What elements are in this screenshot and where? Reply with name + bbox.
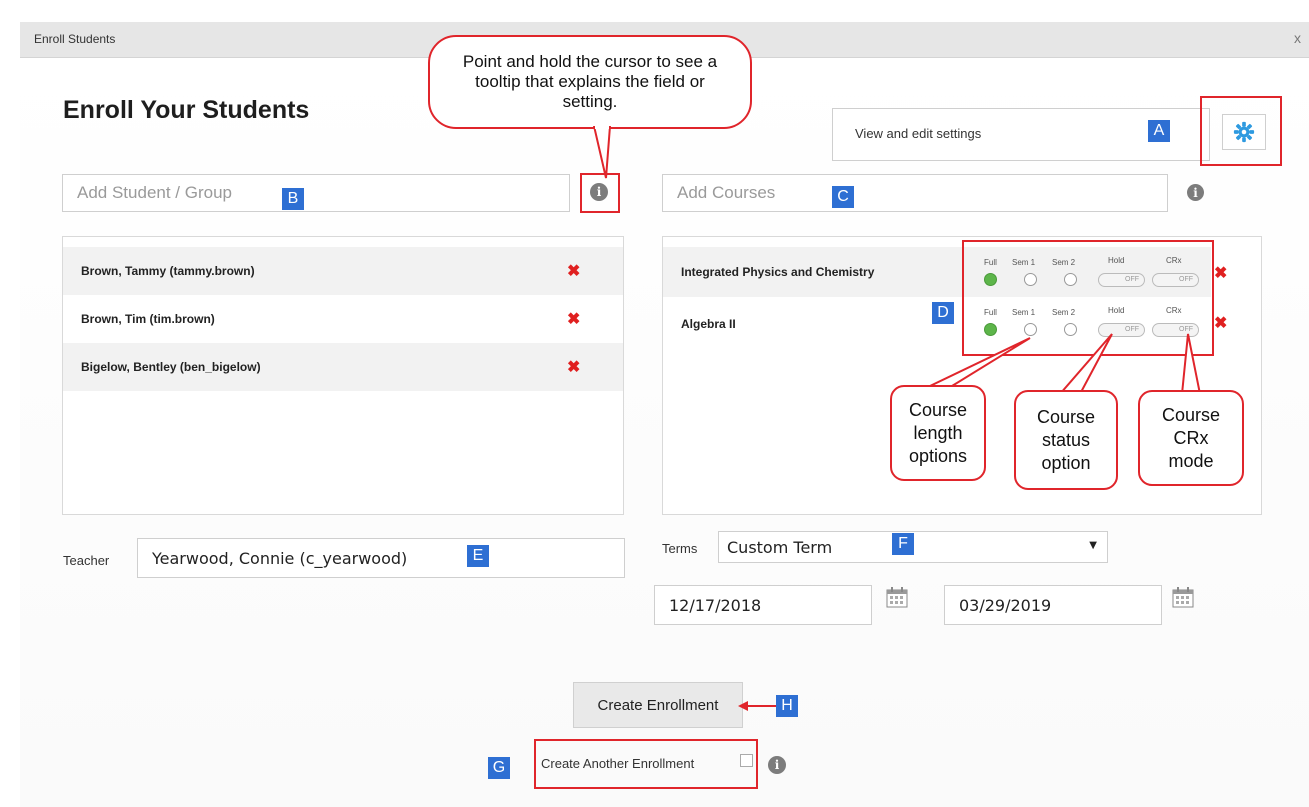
start-date-field[interactable]: 12/17/2018 — [654, 585, 872, 625]
teacher-value: Yearwood, Connie (c_yearwood) — [152, 548, 408, 568]
full-label: Full — [984, 258, 997, 267]
sem1-label: Sem 1 — [1012, 258, 1036, 267]
gear-icon — [1233, 121, 1255, 143]
settings-button[interactable] — [1222, 114, 1266, 150]
hold-toggle[interactable]: OFF — [1098, 273, 1145, 287]
full-label: Full — [984, 308, 997, 317]
crx-label: CRx — [1166, 256, 1182, 265]
arrow-icon — [738, 701, 778, 711]
tooltip-callout-text: Point and hold the cursor to see a toolt… — [462, 52, 718, 111]
remove-icon[interactable]: ✖ — [567, 309, 580, 329]
sem2-label: Sem 2 — [1052, 308, 1076, 317]
crx-toggle[interactable]: OFF — [1152, 273, 1199, 287]
badge-h: H — [776, 695, 798, 717]
hold-label: Hold — [1108, 306, 1125, 315]
hold-label: Hold — [1108, 256, 1125, 265]
course-name: Algebra II — [681, 317, 736, 331]
sem2-label: Sem 2 — [1052, 258, 1076, 267]
page-title: Enroll Your Students — [63, 96, 310, 124]
badge-b: B — [282, 188, 304, 210]
list-item: Brown, Tammy (tammy.brown) ✖ — [63, 247, 623, 295]
course-options-row-1: Full Sem 1 Sem 2 Hold CRx OFF OFF — [962, 240, 1214, 300]
badge-g: G — [488, 757, 510, 779]
students-list: Brown, Tammy (tammy.brown) ✖ Brown, Tim … — [62, 236, 624, 515]
course-name: Integrated Physics and Chemistry — [681, 265, 875, 279]
close-icon[interactable]: x — [1294, 30, 1301, 46]
courses-info-icon[interactable]: i — [1187, 184, 1204, 201]
course-crx-callout: Course CRx mode — [1138, 390, 1244, 486]
student-name: Bigelow, Bentley (ben_bigelow) — [81, 360, 261, 374]
create-another-checkbox[interactable] — [740, 754, 753, 767]
end-date-field[interactable]: 03/29/2019 — [944, 585, 1162, 625]
create-enrollment-label: Create Enrollment — [597, 696, 719, 714]
list-item: Brown, Tim (tim.brown) ✖ — [63, 295, 623, 343]
remove-icon[interactable]: ✖ — [567, 357, 580, 377]
remove-icon[interactable]: ✖ — [1214, 263, 1227, 283]
student-name: Brown, Tim (tim.brown) — [81, 312, 215, 326]
info-icon[interactable]: i — [768, 756, 786, 774]
crx-label: CRx — [1166, 306, 1182, 315]
sem1-label: Sem 1 — [1012, 308, 1036, 317]
terms-label: Terms — [662, 541, 698, 556]
terms-selected: Custom Term — [727, 537, 833, 557]
chevron-down-icon: ▼ — [1089, 540, 1097, 551]
tooltip-callout: Point and hold the cursor to see a toolt… — [428, 35, 752, 129]
course-length-callout: Course length options — [890, 385, 986, 481]
teacher-field[interactable]: Yearwood, Connie (c_yearwood) — [137, 538, 625, 578]
course-status-callout-text: Course status option — [1036, 406, 1096, 473]
calendar-icon[interactable] — [886, 586, 908, 608]
settings-hint-text: View and edit settings — [855, 126, 982, 141]
badge-c: C — [832, 186, 854, 208]
create-another-label: Create Another Enrollment — [541, 756, 695, 771]
create-enrollment-button[interactable]: Create Enrollment — [573, 682, 743, 728]
add-student-input[interactable]: Add Student / Group — [62, 174, 570, 212]
add-courses-placeholder: Add Courses — [677, 183, 776, 202]
badge-e: E — [467, 545, 489, 567]
badge-f: F — [892, 533, 914, 555]
full-radio[interactable] — [984, 273, 997, 286]
remove-icon[interactable]: ✖ — [567, 261, 580, 281]
calendar-icon[interactable] — [1172, 586, 1194, 608]
course-crx-callout-text: Course CRx mode — [1161, 404, 1221, 471]
info-icon[interactable]: i — [590, 183, 608, 201]
end-date-value: 03/29/2019 — [959, 595, 1052, 615]
course-length-callout-text: Course length options — [908, 399, 968, 466]
add-student-placeholder: Add Student / Group — [77, 183, 232, 202]
course-status-callout: Course status option — [1014, 390, 1118, 490]
sem1-radio[interactable] — [1024, 273, 1037, 286]
badge-a: A — [1148, 120, 1170, 142]
sem2-radio[interactable] — [1064, 273, 1077, 286]
list-item: Bigelow, Bentley (ben_bigelow) ✖ — [63, 343, 623, 391]
student-name: Brown, Tammy (tammy.brown) — [81, 264, 255, 278]
add-courses-input[interactable]: Add Courses — [662, 174, 1168, 212]
teacher-label: Teacher — [63, 553, 110, 568]
start-date-value: 12/17/2018 — [669, 595, 762, 615]
dialog-title: Enroll Students — [34, 32, 116, 46]
